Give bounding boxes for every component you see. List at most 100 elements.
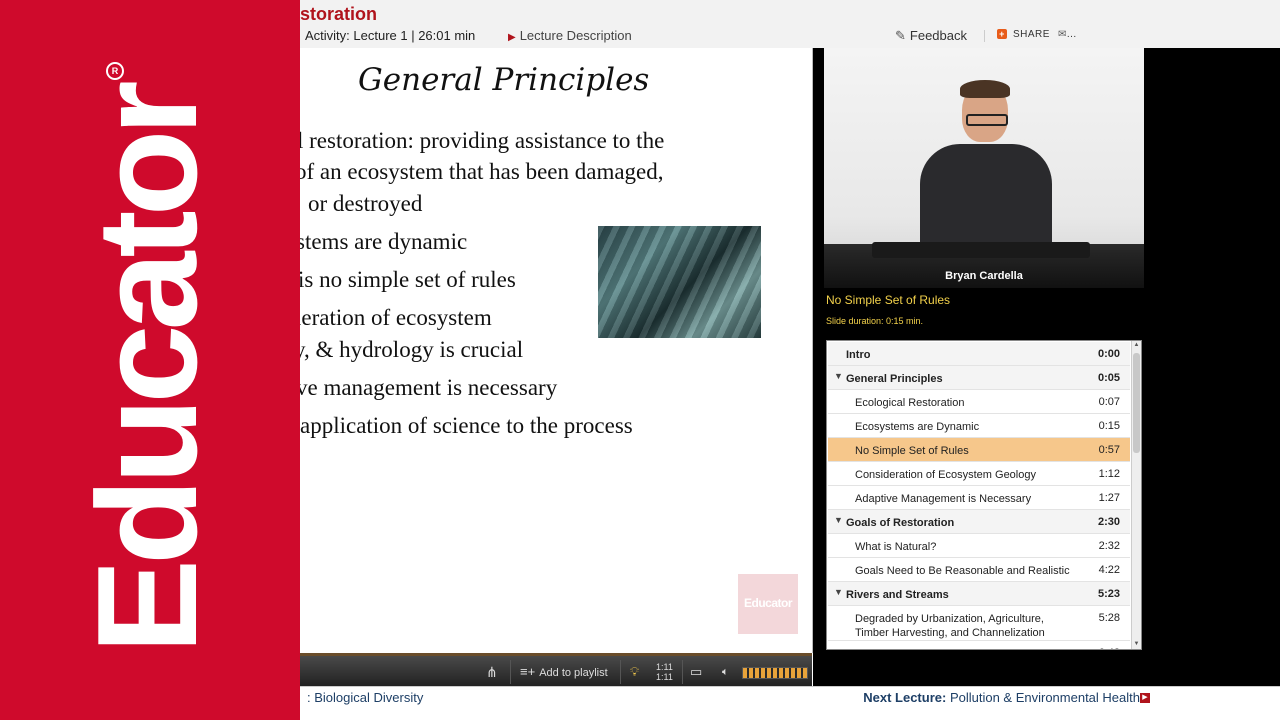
- lecture-header: storation Activity: Lecture 1 | 26:01 mi…: [300, 0, 1280, 49]
- toc-item-label: Consideration of Ecosystem Geology: [855, 469, 1036, 481]
- toc-item-label: No Simple Set of Rules: [855, 445, 969, 457]
- share-button[interactable]: + SHARE ✉...: [997, 29, 1077, 40]
- slide-line: leration of ecosystem: [300, 305, 492, 330]
- player-controls: ⋔ ≡+ Add to playlist 💡︎ 1:11 1:11 ▭ 🔈︎: [300, 653, 812, 688]
- slide-line: is no simple set of rules: [300, 267, 516, 292]
- presenter-video[interactable]: Bryan Cardella: [824, 48, 1144, 288]
- course-title: storation: [300, 4, 378, 24]
- more-share-icon[interactable]: ...: [1067, 29, 1077, 40]
- next-arrow-icon[interactable]: ▶: [1140, 693, 1150, 703]
- slide-line: or destroyed: [308, 191, 423, 216]
- table-of-contents: Intro 0:00 ▼ General Principles 0:05 Ecologic…: [826, 340, 1142, 650]
- slide-line: l restoration: providing assistance to t…: [300, 128, 665, 153]
- toc-item-label: Goals of Restoration: [846, 517, 955, 529]
- toc-section[interactable]: ▼ Rivers and Streams 5:23: [828, 582, 1130, 606]
- toc-item[interactable]: Ecosystems are Dynamic 0:15: [828, 414, 1130, 438]
- toc-item-time: 6:48: [1099, 647, 1120, 649]
- toc-item[interactable]: Goals Need to Be Reasonable and Realisti…: [828, 558, 1130, 582]
- control-divider: [620, 660, 621, 684]
- header-divider: [984, 30, 985, 42]
- toc-section[interactable]: ▼ General Principles 0:05: [828, 366, 1130, 390]
- previous-lecture-link[interactable]: : Biological Diversity: [307, 690, 423, 705]
- lecture-description-label: Lecture Description: [519, 28, 632, 43]
- next-lecture-label: Next Lecture:: [863, 690, 947, 705]
- presenter-hair: [960, 80, 1010, 98]
- toc-item[interactable]: Degraded by Urbanization, Agriculture, T…: [828, 606, 1130, 641]
- current-time: 1:11: [656, 662, 673, 672]
- scroll-down-icon[interactable]: ▼: [1132, 640, 1141, 649]
- share-plus-icon: +: [997, 29, 1007, 39]
- toc-item-time: 0:57: [1098, 444, 1120, 456]
- toc-item[interactable]: Adaptive Management is Necessary 1:27: [828, 486, 1130, 510]
- triangle-right-icon: ▶: [508, 32, 516, 43]
- playlist-add-icon: ≡+: [520, 664, 536, 679]
- brand-strip: Educator R: [0, 0, 300, 720]
- slide-duration: Slide duration: 0:15 min.: [826, 316, 924, 326]
- pencil-icon: ✎: [895, 28, 906, 43]
- next-lecture-title: Pollution & Environmental Health: [949, 690, 1140, 705]
- add-to-playlist-label: Add to playlist: [539, 667, 608, 679]
- lecture-description-link[interactable]: ▶ Lecture Description: [508, 28, 632, 43]
- volume-slider[interactable]: [742, 667, 808, 679]
- toc-item[interactable]: No Simple Set of Rules 0:57: [828, 438, 1130, 462]
- toc-item-time: 2:32: [1098, 540, 1120, 552]
- toc-item-time: 5:28: [1098, 612, 1120, 624]
- time-readout: 1:11 1:11: [656, 662, 673, 682]
- slide-line: ve management is necessary: [300, 375, 558, 400]
- lecture-slide: General Principles l restoration: provid…: [300, 48, 813, 653]
- previous-lecture-label: :: [307, 690, 311, 705]
- toc-scrollbar[interactable]: ▲ ▼: [1131, 341, 1141, 649]
- activity-info: Activity: Lecture 1 | 26:01 min: [305, 28, 476, 43]
- toc-item-label: Kissimmee River in Florida: [855, 647, 1075, 649]
- toc-item[interactable]: Consideration of Ecosystem Geology 1:12: [828, 462, 1130, 486]
- expand-triangle-icon[interactable]: ▼: [834, 587, 843, 597]
- toc-item-time: 5:23: [1097, 588, 1120, 600]
- toc-item-time: 0:00: [1097, 348, 1120, 360]
- volume-icon[interactable]: 🔈︎: [722, 656, 729, 688]
- slide-line: stems are dynamic: [300, 229, 468, 254]
- feedback-label: Feedback: [909, 28, 967, 43]
- expand-triangle-icon[interactable]: ▼: [834, 371, 843, 381]
- toc-item-label: Rivers and Streams: [846, 589, 949, 601]
- monitor: [872, 242, 1090, 258]
- toc-item-time: 1:12: [1098, 468, 1120, 480]
- fullscreen-icon[interactable]: ▭: [690, 656, 702, 688]
- slide-line: y, & hydrology is crucial: [300, 337, 524, 362]
- toc-item-time: 0:07: [1098, 396, 1120, 408]
- toc-item-label: Degraded by Urbanization, Agriculture, T…: [855, 613, 1045, 639]
- toc-item-time: 4:22: [1098, 564, 1120, 576]
- toc-item-label: Ecological Restoration: [855, 397, 965, 409]
- previous-lecture-title: Biological Diversity: [314, 690, 424, 705]
- sidebar-panel: Bryan Cardella No Simple Set of Rules Sl…: [813, 48, 1280, 686]
- scroll-up-icon[interactable]: ▲: [1132, 341, 1141, 350]
- feedback-button[interactable]: ✎ Feedback: [895, 28, 967, 44]
- slide-watermark-logo: Educator: [738, 574, 798, 634]
- presenter-name: Bryan Cardella: [945, 270, 1023, 282]
- share-nodes-icon[interactable]: ⋔: [486, 656, 498, 688]
- toc-item-label: Adaptive Management is Necessary: [855, 493, 1032, 505]
- next-lecture-link[interactable]: Next Lecture: Pollution & Environmental …: [863, 690, 1140, 705]
- control-divider: [510, 660, 511, 684]
- mail-icon[interactable]: ✉: [1058, 29, 1067, 40]
- scroll-thumb[interactable]: [1133, 353, 1140, 453]
- educator-logo: Educator: [68, 86, 227, 654]
- toc-item-label: Ecosystems are Dynamic: [855, 421, 980, 433]
- share-label: SHARE: [1013, 29, 1050, 40]
- toc-item-time: 0:15: [1098, 420, 1120, 432]
- toc-item-time: 1:27: [1098, 492, 1120, 504]
- toc-item[interactable]: Ecological Restoration 0:07: [828, 390, 1130, 414]
- expand-triangle-icon[interactable]: ▼: [834, 515, 843, 525]
- toc-item-label: What is Natural?: [855, 541, 937, 553]
- add-to-playlist-button[interactable]: ≡+ Add to playlist: [520, 656, 608, 688]
- toc-section[interactable]: ▼ Goals of Restoration 2:30: [828, 510, 1130, 534]
- toc-item-label: Goals Need to Be Reasonable and Realisti…: [855, 565, 1070, 577]
- toc-item-label: General Principles: [846, 373, 943, 385]
- toc-item-time: 2:30: [1097, 516, 1120, 528]
- toc-item[interactable]: Kissimmee River in Florida 6:48: [828, 641, 1130, 649]
- toc-item[interactable]: What is Natural? 2:32: [828, 534, 1130, 558]
- lightbulb-icon[interactable]: 💡︎: [630, 656, 639, 688]
- toc-item-time: 0:05: [1097, 372, 1120, 384]
- toc-item[interactable]: Intro 0:00: [828, 342, 1130, 366]
- slide-line: application of science to the process: [300, 413, 633, 438]
- registered-mark-icon: R: [106, 62, 124, 80]
